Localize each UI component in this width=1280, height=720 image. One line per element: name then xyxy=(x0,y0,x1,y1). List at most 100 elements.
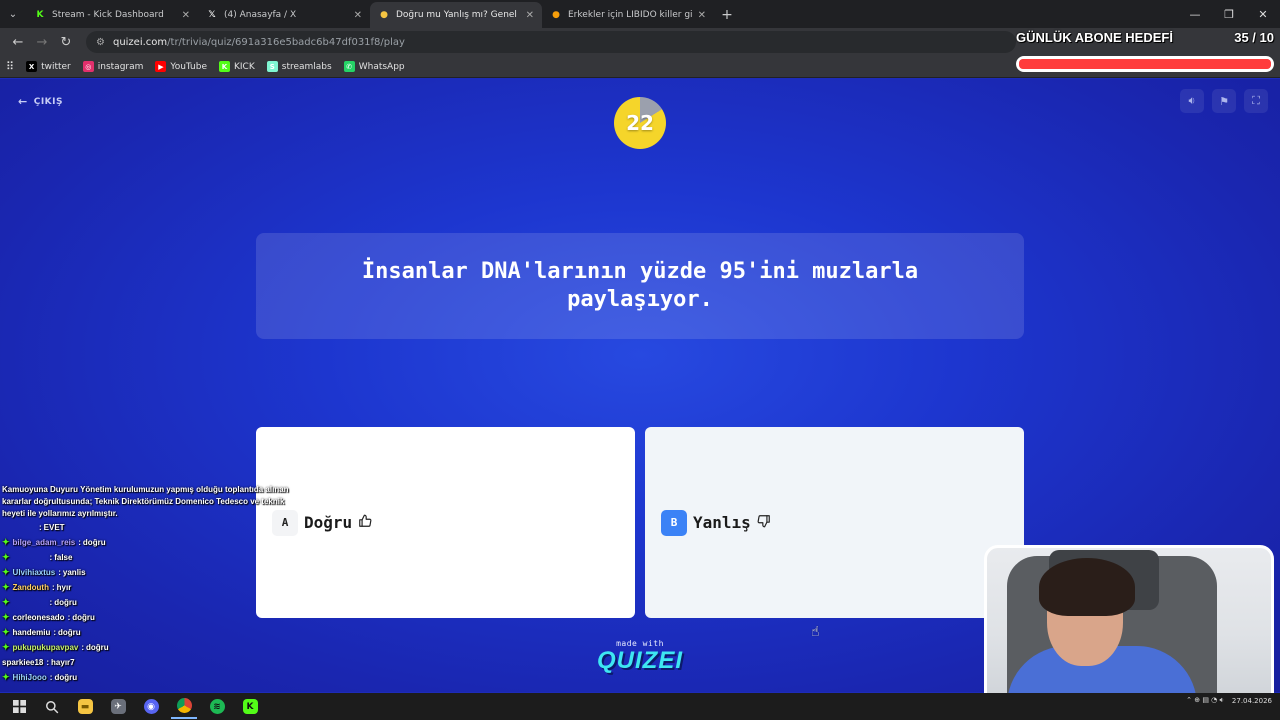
bookmark-instagram[interactable]: ◎ instagram xyxy=(82,61,144,72)
chat-text: doğru xyxy=(72,613,95,622)
search-icon[interactable] xyxy=(39,695,65,719)
subscriber-badge-icon: ✦ xyxy=(2,672,10,682)
subscriber-goal-overlay: GÜNLÜK ABONE HEDEFİ 35 / 10 xyxy=(1016,28,1278,78)
chat-text: hayır7 xyxy=(51,658,75,667)
subscriber-badge-icon: ✦ xyxy=(2,537,10,547)
chat-separator: : xyxy=(81,643,85,652)
answer-option-b[interactable]: B Yanlış xyxy=(645,427,1024,618)
discord-icon[interactable]: ◉ xyxy=(138,695,164,719)
close-window-icon[interactable]: ✕ xyxy=(1246,0,1280,28)
chat-username[interactable] xyxy=(2,524,36,532)
chat-separator: : xyxy=(78,538,81,547)
hand-cursor-icon: ☝ xyxy=(811,624,820,640)
quizei-logo: QUIZEI xyxy=(596,647,683,674)
tab-list: K Stream - Kick Dashboard ✕ 𝕏 (4) Anasayfa /… xyxy=(26,2,714,28)
subscriber-badge-icon: ✦ xyxy=(2,642,10,652)
made-with-quizei[interactable]: made with QUIZEI xyxy=(594,639,686,674)
tray-icons[interactable]: ⌃ ⊕ ▤ ◔ 🔉︎ xyxy=(1186,696,1224,705)
browser-tab[interactable]: ● Erkekler için LİBİDO killer giysi ✕ xyxy=(542,2,714,28)
close-tab-icon[interactable]: ✕ xyxy=(698,10,706,21)
chat-text: EVET xyxy=(43,523,65,532)
chat-text: doğru xyxy=(58,628,81,637)
answer-key: B xyxy=(661,509,687,536)
chat-username[interactable]: pukupukupavpav xyxy=(13,640,79,655)
chat-username[interactable] xyxy=(13,554,47,562)
chat-message: Kamuoyuna Duyuru Yönetim kurulumuzun yap… xyxy=(0,484,290,520)
browser-tab[interactable]: 𝕏 (4) Anasayfa / X ✕ xyxy=(198,2,370,28)
chat-username[interactable]: HihiJooo xyxy=(13,670,47,685)
chat-username[interactable]: corleonesado xyxy=(13,610,65,625)
instagram-icon: ◎ xyxy=(82,61,94,72)
timer-value: 22 xyxy=(626,111,654,135)
answer-option-a[interactable]: A Doğru xyxy=(256,427,635,618)
streamer-hair xyxy=(1039,558,1135,616)
question-text: İnsanlar DNA'larının yüzde 95'ini muzlar… xyxy=(361,259,919,312)
x-icon: X xyxy=(26,61,38,72)
windows-start-icon[interactable] xyxy=(6,695,32,719)
x-icon: 𝕏 xyxy=(208,10,216,20)
bookmark-label: twitter xyxy=(41,61,71,72)
kick-studio-icon[interactable]: K xyxy=(237,695,263,719)
subscriber-badge-icon: ✦ xyxy=(2,567,10,577)
bookmark-label: instagram xyxy=(97,61,144,72)
chat-message: ✦: doğru xyxy=(0,595,290,610)
new-tab-button[interactable]: + xyxy=(714,2,740,28)
chat-message: ✦ corleonesado: doğru xyxy=(0,610,290,625)
window-controls: — ❐ ✕ xyxy=(1178,0,1280,28)
youtube-icon: ▶ xyxy=(155,61,167,72)
browser-tab[interactable]: ● Doğru mu Yanlış mı? Genel Kül ✕ xyxy=(370,2,542,28)
chat-text: doğru xyxy=(86,643,109,652)
chat-username[interactable]: Zandouth xyxy=(13,580,49,595)
app-icon[interactable]: ✈ xyxy=(105,695,131,719)
bookmark-label: KICK xyxy=(234,61,255,72)
kick-icon: K xyxy=(36,10,44,20)
subscriber-badge-icon: ✦ xyxy=(2,597,10,607)
tab-title: (4) Anasayfa / X xyxy=(224,10,297,20)
spotify-icon[interactable]: ≋ xyxy=(204,695,230,719)
close-tab-icon[interactable]: ✕ xyxy=(526,10,534,21)
site-info-icon[interactable]: ⚙ xyxy=(96,37,105,48)
quiz-tools: 🔉︎ ⚑ ⛶ xyxy=(1172,89,1268,113)
chat-username[interactable]: handemiu xyxy=(13,625,51,640)
chat-separator: : xyxy=(39,523,42,532)
flag-icon[interactable]: ⚑ xyxy=(1212,89,1236,113)
chat-message: ✦ Zandouth: hyır xyxy=(0,580,290,595)
minimize-icon[interactable]: — xyxy=(1178,0,1212,28)
chat-username[interactable] xyxy=(13,599,47,607)
bookmark-youtube[interactable]: ▶ YouTube xyxy=(155,61,207,72)
chat-separator: : xyxy=(49,673,53,682)
reload-icon[interactable]: ↻ xyxy=(54,30,78,54)
chrome-icon[interactable] xyxy=(171,695,197,719)
subscriber-badge-icon: ✦ xyxy=(2,612,10,622)
browser-tab[interactable]: K Stream - Kick Dashboard ✕ xyxy=(26,2,198,28)
tab-search-icon[interactable]: ⌄ xyxy=(0,0,26,28)
chat-separator: : xyxy=(51,583,55,592)
bookmark-kick[interactable]: K KICK xyxy=(219,61,255,72)
restore-icon[interactable]: ❐ xyxy=(1212,0,1246,28)
bookmark-streamlabs[interactable]: Sstreamlabs xyxy=(266,61,332,72)
chat-username[interactable]: bilge_adam_reis xyxy=(13,535,76,550)
bookmark-whatsapp[interactable]: ✆ WhatsApp xyxy=(343,61,405,72)
apps-icon[interactable]: ⠿ xyxy=(6,60,14,73)
file-explorer-icon[interactable]: ▬ xyxy=(72,695,98,719)
goal-title: GÜNLÜK ABONE HEDEFİ xyxy=(1016,30,1173,45)
bookmark-twitter[interactable]: Xtwitter xyxy=(26,61,71,72)
exit-button[interactable]: ← ÇIKIŞ xyxy=(18,95,63,108)
windows-taskbar: ▬ ✈ ◉ ≋ K ⌃ ⊕ ▤ ◔ 🔉︎ 27.04.2026 xyxy=(0,693,1280,720)
chat-username[interactable]: sparkiee18 xyxy=(2,655,43,670)
back-icon[interactable]: ← xyxy=(6,30,30,54)
chat-username[interactable]: Ulvihiaxtus xyxy=(13,565,56,580)
address-bar[interactable]: ⚙ quizei.com/tr/trivia/quiz/691a316e5bad… xyxy=(86,31,1016,53)
tray-date: 27.04.2026 xyxy=(1231,696,1272,705)
sound-icon[interactable]: 🔉︎ xyxy=(1180,89,1204,113)
answer-label: Doğru xyxy=(304,513,353,532)
browser-tab-strip: ⌄ K Stream - Kick Dashboard ✕ 𝕏 (4) Anasayfa… xyxy=(0,0,1280,28)
quizei-icon: ● xyxy=(380,10,388,20)
forward-icon[interactable]: → xyxy=(30,30,54,54)
chat-message: ✦: false xyxy=(0,550,290,565)
close-tab-icon[interactable]: ✕ xyxy=(354,10,362,21)
fullscreen-icon[interactable]: ⛶ xyxy=(1244,89,1268,113)
bookmark-label: YouTube xyxy=(170,61,207,72)
close-tab-icon[interactable]: ✕ xyxy=(182,10,190,21)
chat-text: false xyxy=(54,553,73,562)
